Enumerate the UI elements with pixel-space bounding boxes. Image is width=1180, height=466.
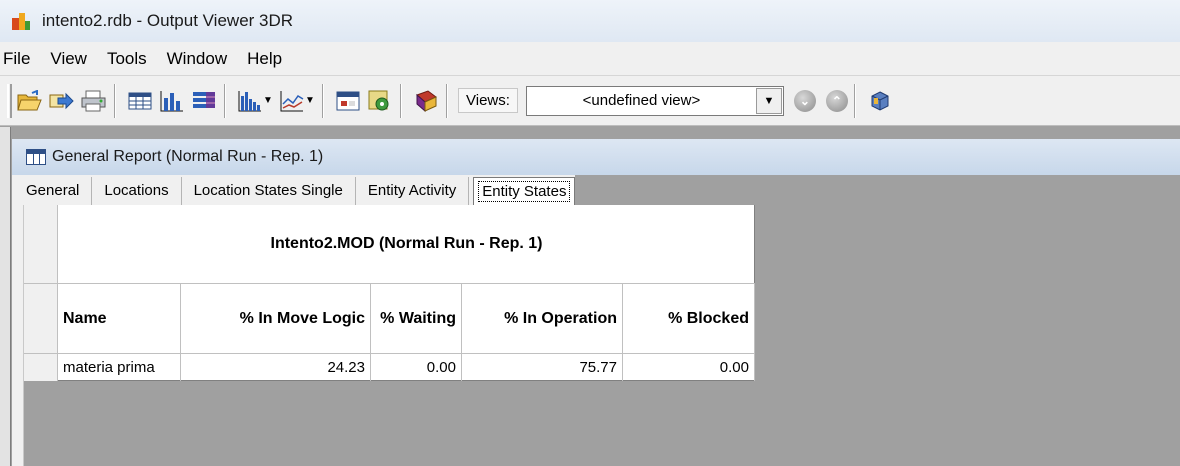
column-header-name[interactable]: Name — [58, 284, 181, 354]
toolbar-separator — [446, 83, 448, 118]
toolbar-separator — [224, 83, 226, 118]
panel-left-strip — [12, 205, 24, 466]
stacked-bar-icon[interactable] — [190, 86, 218, 116]
cube-icon[interactable] — [866, 86, 894, 116]
views-dropdown[interactable]: <undefined view> ▼ — [525, 85, 784, 116]
calendar-icon[interactable] — [334, 86, 362, 116]
views-dropdown-value: <undefined view> — [582, 92, 701, 109]
histogram-icon[interactable] — [236, 86, 264, 116]
report-window-titlebar[interactable]: General Report (Normal Run - Rep. 1) — [12, 139, 1180, 175]
column-header-in-operation[interactable]: % In Operation — [462, 284, 623, 354]
toolbar-grip[interactable] — [7, 83, 12, 118]
table-header-row: Name % In Move Logic % Waiting % In Oper… — [58, 284, 755, 354]
report-window-title: General Report (Normal Run - Rep. 1) — [52, 148, 324, 165]
window-title: intento2.rdb - Output Viewer 3DR — [42, 11, 294, 30]
report-tabs: General Locations Location States Single… — [12, 175, 1180, 205]
chevron-down-icon[interactable]: ▼ — [262, 95, 274, 106]
tab-entity-states[interactable]: Entity States — [473, 177, 576, 205]
gutter-cell — [24, 205, 58, 284]
report-panel: Intento2.MOD (Normal Run - Rep. 1) Name … — [12, 205, 1180, 466]
toolbar-separator — [114, 83, 116, 118]
report-window: General Report (Normal Run - Rep. 1) Gen… — [12, 139, 1180, 466]
export-icon[interactable] — [48, 86, 76, 116]
line-chart-icon[interactable] — [278, 86, 306, 116]
cell-waiting[interactable]: 0.00 — [371, 354, 462, 381]
toolbar-separator — [322, 83, 324, 118]
column-header-blocked[interactable]: % Blocked — [623, 284, 755, 354]
menu-view[interactable]: View — [40, 45, 97, 73]
cell-in-operation[interactable]: 75.77 — [462, 354, 623, 381]
menu-tools[interactable]: Tools — [97, 45, 157, 73]
app-logo-icon — [10, 10, 32, 32]
cell-move-logic[interactable]: 24.23 — [181, 354, 371, 381]
menu-bar: File View Tools Window Help — [0, 42, 1180, 76]
menu-window[interactable]: Window — [157, 45, 237, 73]
book-icon[interactable] — [412, 86, 440, 116]
cell-blocked[interactable]: 0.00 — [623, 354, 755, 381]
table-icon — [26, 149, 46, 165]
cell-name[interactable]: materia prima — [58, 354, 181, 381]
toolbar-separator — [400, 83, 402, 118]
tab-entity-states-label: Entity States — [478, 181, 571, 202]
table-row: materia prima 24.23 0.00 75.77 0.00 — [58, 354, 755, 381]
mdi-workspace: General Report (Normal Run - Rep. 1) Gen… — [0, 127, 1180, 466]
column-header-waiting[interactable]: % Waiting — [371, 284, 462, 354]
menu-file[interactable]: File — [0, 45, 40, 73]
entity-states-table: Intento2.MOD (Normal Run - Rep. 1) Name … — [24, 205, 755, 381]
print-icon[interactable] — [80, 86, 108, 116]
column-header-move-logic[interactable]: % In Move Logic — [181, 284, 371, 354]
workspace-frame — [0, 127, 11, 466]
row-header-gutter — [24, 205, 58, 381]
chevron-down-icon[interactable]: ▼ — [304, 95, 316, 106]
tab-location-states-single[interactable]: Location States Single — [182, 177, 356, 205]
open-icon[interactable] — [16, 86, 44, 116]
table-icon[interactable] — [126, 86, 154, 116]
gear-icon[interactable] — [366, 86, 394, 116]
report-table-title: Intento2.MOD (Normal Run - Rep. 1) — [58, 205, 755, 284]
title-bar: intento2.rdb - Output Viewer 3DR — [0, 0, 1180, 42]
views-label: Views: — [458, 88, 518, 113]
next-icon[interactable]: ⌃ — [825, 89, 848, 112]
gutter-cell — [24, 284, 58, 354]
bar-chart-icon[interactable] — [158, 86, 186, 116]
tab-locations[interactable]: Locations — [92, 177, 182, 205]
chevron-down-icon[interactable]: ▼ — [755, 87, 782, 114]
tabs-empty-area — [575, 175, 1180, 205]
tab-entity-activity[interactable]: Entity Activity — [356, 177, 470, 205]
previous-icon[interactable]: ⌄ — [793, 89, 816, 112]
menu-help[interactable]: Help — [237, 45, 292, 73]
toolbar-separator — [853, 83, 856, 118]
toolbar: ▼ ▼ Views: <undefined view> ▼ ⌄ ⌃ — [0, 76, 1180, 126]
tab-general[interactable]: General — [12, 177, 93, 205]
